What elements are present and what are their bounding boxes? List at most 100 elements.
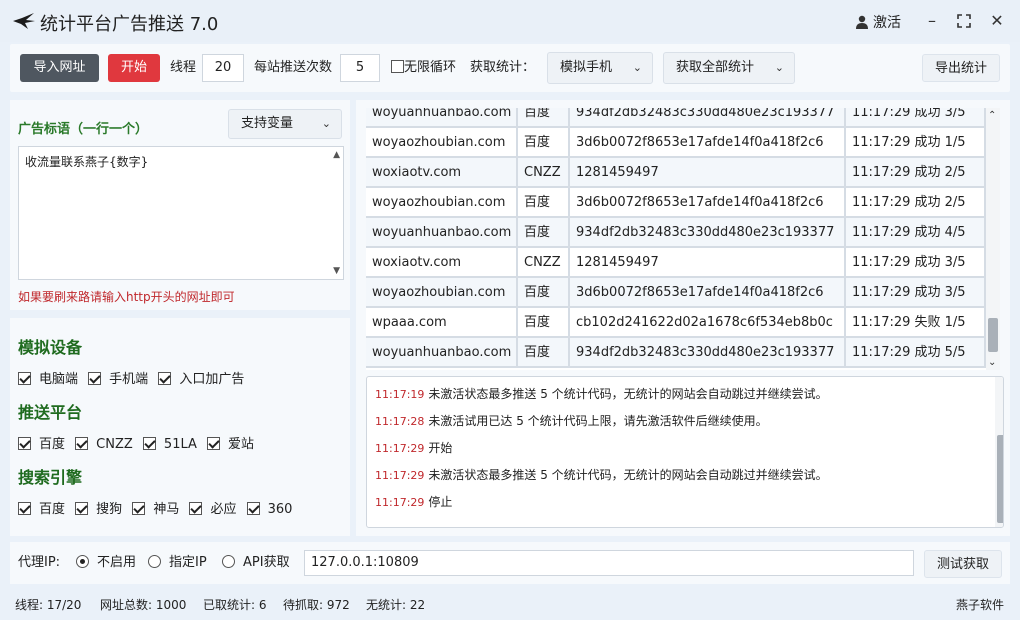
device-option-entry-ad[interactable]: 入口加广告	[158, 368, 244, 387]
loop-label: 无限循环	[404, 60, 457, 75]
checkbox[interactable]	[75, 502, 89, 515]
log-line: 11:17:29 开始	[375, 439, 452, 456]
log-time: 11:17:19	[375, 388, 425, 401]
start-button[interactable]: 开始	[108, 54, 160, 82]
table-row[interactable]: wpaaa.com 百度 cb102d241622d02a1678c6f534eb8…	[366, 308, 986, 338]
minimize-icon[interactable]: –	[920, 8, 944, 34]
table-row[interactable]: woyuanhuanbao.com 百度 934df2db32483c330dd48…	[366, 338, 986, 368]
engine-section-title: 搜索引擎	[18, 468, 83, 487]
activate-button[interactable]: 激活	[856, 12, 901, 32]
cell-result: 11:17:29 成功 1/5	[846, 128, 986, 158]
scrollbar-thumb[interactable]	[997, 435, 1003, 523]
test-fetch-button[interactable]: 测试获取	[924, 550, 1002, 578]
maximize-icon[interactable]	[952, 8, 976, 34]
import-urls-button[interactable]: 导入网址	[20, 54, 99, 82]
option-label: API获取	[243, 555, 290, 570]
radio[interactable]	[222, 555, 235, 568]
cell-result: 11:17:29 成功 3/5	[846, 108, 986, 128]
cell-code: 3d6b0072f8653e17afde14f0a418f2c6	[570, 278, 846, 308]
scroll-up-icon[interactable]: ⌃	[988, 110, 996, 121]
platform-option-51la[interactable]: 51LA	[142, 437, 197, 452]
checkbox[interactable]	[158, 372, 172, 385]
checkbox[interactable]	[88, 372, 102, 385]
option-label: 搜狗	[96, 502, 123, 517]
platform-option-aizhan[interactable]: 爱站	[207, 433, 254, 452]
device-option-pc[interactable]: 电脑端	[18, 368, 78, 387]
device-select[interactable]: 模拟手机 ⌄	[547, 52, 653, 84]
proxy-option-api[interactable]: API获取	[222, 549, 290, 577]
checkbox[interactable]	[18, 437, 31, 450]
log-panel: 11:17:19 未激活状态最多推送 5 个统计代码，无统计的网站会自动跳过并继续…	[366, 376, 1004, 528]
proxy-option-specified[interactable]: 指定IP	[148, 549, 207, 577]
platform-option-baidu[interactable]: 百度	[18, 433, 65, 452]
checkbox[interactable]	[142, 437, 156, 450]
option-label: 指定IP	[169, 555, 207, 570]
table-row[interactable]: woyaozhoubian.com 百度 3d6b0072f8653e17afde1…	[366, 278, 986, 308]
variable-select[interactable]: 支持变量 ⌄	[228, 109, 342, 139]
proxy-input[interactable]: 127.0.0.1:10809	[304, 550, 914, 576]
checkbox[interactable]	[18, 502, 31, 515]
table-row[interactable]: woyuanhuanbao.com 百度 934df2db32483c330dd48…	[366, 108, 986, 128]
cell-platform: CNZZ	[518, 158, 570, 188]
checkbox[interactable]	[207, 437, 221, 450]
checkbox[interactable]	[75, 437, 89, 450]
scroll-down-icon[interactable]: ▼	[333, 266, 340, 276]
platform-option-cnzz[interactable]: CNZZ	[75, 437, 133, 452]
table-row[interactable]: woyaozhoubian.com 百度 3d6b0072f8653e17afde1…	[366, 188, 986, 218]
per-site-label: 每站推送次数	[254, 60, 333, 75]
cell-result: 11:17:29 成功 5/5	[846, 338, 986, 368]
proxy-option-disabled[interactable]: 不启用	[76, 549, 136, 577]
scroll-up-icon[interactable]: ▲	[333, 150, 340, 160]
scrollbar-thumb[interactable]	[988, 318, 998, 352]
checkbox[interactable]	[189, 502, 203, 515]
option-label: 不启用	[97, 555, 137, 570]
fetch-all-select[interactable]: 获取全部统计 ⌄	[663, 52, 795, 84]
per-site-input[interactable]: 5	[340, 54, 380, 82]
radio[interactable]	[148, 555, 161, 568]
cell-platform: 百度	[518, 108, 570, 128]
engine-option-360[interactable]: 360	[246, 502, 292, 517]
table-row[interactable]: woxiaotv.com CNZZ 1281459497 11:17:29 成功 2/…	[366, 158, 986, 188]
cell-result: 11:17:29 成功 2/5	[846, 158, 986, 188]
cell-code: 3d6b0072f8653e17afde14f0a418f2c6	[570, 128, 846, 158]
table-row[interactable]: woyuanhuanbao.com 百度 934df2db32483c330dd48…	[366, 218, 986, 248]
status-total: 网址总数: 1000	[100, 598, 187, 612]
engine-option-sogou[interactable]: 搜狗	[75, 498, 122, 517]
cell-result: 11:17:29 成功 3/5	[846, 248, 986, 278]
table-row[interactable]: woxiaotv.com CNZZ 1281459497 11:17:29 成功 3/…	[366, 248, 986, 278]
engine-options: 百度 搜狗 神马 必应 360	[18, 498, 298, 517]
engine-option-shenma[interactable]: 神马	[132, 498, 179, 517]
checkbox[interactable]	[132, 502, 146, 515]
cell-code: 1281459497	[570, 158, 846, 188]
cell-domain: woyaozhoubian.com	[366, 128, 518, 158]
option-label: 爱站	[228, 437, 255, 452]
status-pending: 待抓取: 972	[283, 598, 350, 612]
status-fetched: 已取统计: 6	[203, 598, 267, 612]
scroll-down-icon[interactable]: ⌄	[988, 357, 996, 368]
engine-option-bing[interactable]: 必应	[189, 498, 236, 517]
infinite-loop-checkbox[interactable]: 无限循环	[391, 54, 456, 82]
export-stats-button[interactable]: 导出统计	[922, 54, 1000, 82]
cell-code: 3d6b0072f8653e17afde14f0a418f2c6	[570, 188, 846, 218]
table-row[interactable]: woyaozhoubian.com 百度 3d6b0072f8653e17afde1…	[366, 128, 986, 158]
cell-domain: woyuanhuanbao.com	[366, 338, 518, 368]
chevron-down-icon: ⌄	[632, 61, 642, 74]
ad-slogan-textarea[interactable]: 收流量联系燕子{数字} ▲ ▼	[18, 146, 344, 280]
close-icon[interactable]: ✕	[985, 8, 1009, 34]
radio[interactable]	[76, 555, 89, 568]
device-option-mobile[interactable]: 手机端	[88, 368, 148, 387]
cell-code: 934df2db32483c330dd480e23c193377	[570, 108, 846, 128]
loop-checkbox-box[interactable]	[391, 60, 404, 73]
engine-option-baidu[interactable]: 百度	[18, 498, 65, 517]
results-scrollbar[interactable]: ⌃ ⌄	[986, 108, 1000, 370]
log-scrollbar[interactable]	[995, 377, 1003, 527]
fetch-all-select-value: 获取全部统计	[676, 60, 755, 75]
checkbox[interactable]	[246, 502, 260, 515]
log-line: 11:17:19 未激活状态最多推送 5 个统计代码，无统计的网站会自动跳过并继续…	[375, 385, 828, 402]
cell-result: 11:17:29 成功 4/5	[846, 218, 986, 248]
threads-input[interactable]: 20	[202, 54, 244, 82]
checkbox[interactable]	[18, 372, 31, 385]
option-label: CNZZ	[96, 437, 133, 452]
option-label: 手机端	[109, 372, 149, 387]
device-select-value: 模拟手机	[560, 60, 613, 75]
